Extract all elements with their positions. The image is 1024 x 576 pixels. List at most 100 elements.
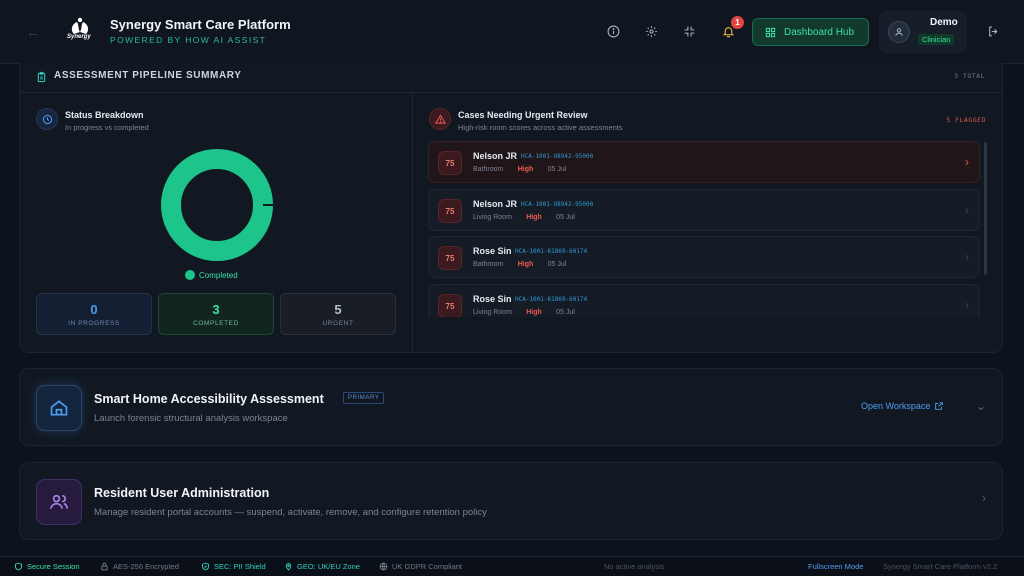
external-link-icon bbox=[935, 402, 944, 410]
separator: · bbox=[509, 166, 512, 173]
resident-name: Nelson JR bbox=[473, 151, 518, 161]
severity: High bbox=[517, 261, 534, 268]
open-workspace-link[interactable]: Open Workspace bbox=[861, 401, 944, 411]
logo-text: Synergy bbox=[67, 34, 91, 40]
separator: · bbox=[509, 261, 512, 268]
collapse-icon[interactable] bbox=[680, 22, 698, 40]
primary-badge: PRIMARY bbox=[343, 392, 385, 404]
chevron-right-icon: › bbox=[965, 203, 969, 217]
room-name: Bathroom bbox=[473, 261, 504, 268]
resident-name: Rose Sin bbox=[473, 294, 512, 304]
secure-session-label: Secure Session bbox=[27, 562, 80, 571]
severity: High bbox=[526, 309, 542, 316]
resident-user-admin-card[interactable]: Resident User Administration Manage resi… bbox=[19, 462, 1003, 540]
chevron-right-icon[interactable]: › bbox=[982, 491, 986, 505]
room-name: Living Room bbox=[473, 309, 512, 316]
donut-legend: Completed bbox=[185, 270, 238, 280]
pii-shield-label: SEC: PII Shield bbox=[214, 562, 266, 571]
version-label: Synergy Smart Care Platform v2.2 bbox=[883, 562, 998, 571]
separator: · bbox=[539, 261, 542, 268]
open-workspace-label: Open Workspace bbox=[861, 401, 931, 411]
chevron-right-icon: › bbox=[965, 250, 969, 264]
separator: · bbox=[547, 214, 551, 221]
stat-label: URGENT bbox=[322, 320, 354, 327]
severity: High bbox=[526, 214, 542, 221]
gdpr-status: UK GDPR Compliant bbox=[379, 562, 462, 571]
grid-icon bbox=[765, 27, 776, 37]
users-icon bbox=[36, 479, 82, 525]
dashboard-hub-button[interactable]: Dashboard Hub bbox=[752, 18, 869, 46]
app-title: Synergy Smart Care Platform bbox=[110, 17, 291, 32]
app-header: ← Synergy Synergy Smart Care Platform PO… bbox=[0, 0, 1024, 64]
separator: · bbox=[517, 214, 521, 221]
warning-icon bbox=[429, 108, 451, 130]
smart-home-assessment-card[interactable]: Smart Home Accessibility Assessment PRIM… bbox=[19, 368, 1003, 446]
back-arrow-icon[interactable]: ← bbox=[26, 24, 40, 40]
room-name: Bathroom bbox=[473, 166, 504, 173]
notification-badge: 1 bbox=[731, 16, 744, 29]
status-breakdown-title: Status Breakdown bbox=[65, 110, 144, 120]
assessment-pipeline-panel: ASSESSMENT PIPELINE SUMMARY 3 TOTAL Stat… bbox=[19, 63, 1003, 353]
status-donut-chart bbox=[161, 149, 274, 261]
lock-icon bbox=[101, 562, 108, 571]
logout-icon[interactable] bbox=[984, 22, 1002, 40]
encryption-label: AES-256 Encrypted bbox=[113, 562, 179, 571]
user-card[interactable]: Demo Clinician bbox=[879, 11, 967, 53]
card-subtitle: Launch forensic structural analysis work… bbox=[94, 413, 288, 424]
panel-title: ASSESSMENT PIPELINE SUMMARY bbox=[54, 70, 242, 81]
case-id: HCA-1001-61869-60174 bbox=[515, 248, 588, 255]
case-meta: Living Room · High · 05 Jul bbox=[473, 309, 575, 316]
separator: · bbox=[547, 309, 551, 316]
encryption-status: AES-256 Encrypted bbox=[100, 562, 179, 571]
info-icon[interactable] bbox=[604, 22, 622, 40]
clock-icon bbox=[36, 108, 58, 130]
case-date: 05 Jul bbox=[547, 166, 567, 173]
stat-completed: 3 COMPLETED bbox=[158, 293, 274, 335]
globe-icon bbox=[379, 562, 388, 571]
secure-session-status: Secure Session bbox=[14, 562, 80, 571]
fullscreen-mode-link[interactable]: Fullscreen Mode bbox=[808, 562, 863, 571]
case-row[interactable]: 75 Rose Sin HCA-1001-61869-60174 Bathroo… bbox=[428, 236, 980, 278]
gear-icon[interactable] bbox=[642, 22, 660, 40]
case-meta: Living Room · High · 05 Jul bbox=[473, 214, 575, 221]
case-row[interactable]: 75 Nelson JR HCA-1001-98942-95000 Living… bbox=[428, 189, 980, 231]
card-title: Smart Home Accessibility Assessment bbox=[94, 392, 324, 406]
case-id: HCA-1001-98942-95000 bbox=[521, 201, 594, 208]
chevron-down-icon[interactable]: ⌄ bbox=[976, 399, 986, 413]
status-breakdown-subtitle: In progress vs completed bbox=[65, 123, 149, 132]
urgent-case-list[interactable]: 75 Nelson JR HCA-1001-98942-95000 Bathro… bbox=[428, 141, 980, 317]
user-role-badge: Clinician bbox=[918, 34, 955, 45]
shield-check-icon bbox=[202, 562, 209, 571]
urgent-review-title: Cases Needing Urgent Review bbox=[458, 110, 588, 120]
divider bbox=[20, 92, 1002, 93]
severity: High bbox=[517, 166, 534, 173]
stat-value: 5 bbox=[334, 302, 342, 317]
case-id: HCA-1001-98942-95000 bbox=[521, 153, 594, 160]
case-list-scrollbar[interactable] bbox=[984, 142, 987, 275]
case-row[interactable]: 75 Rose Sin HCA-1001-61869-60174 Living … bbox=[428, 284, 980, 317]
legend-label: Completed bbox=[199, 270, 238, 280]
geo-zone-status: GEO: UK/EU Zone bbox=[284, 562, 360, 571]
analysis-status: No active analysis bbox=[604, 562, 665, 571]
case-meta: Bathroom · High · 05 Jul bbox=[473, 166, 566, 173]
case-id: HCA-1001-61869-60174 bbox=[515, 296, 588, 303]
stat-value: 0 bbox=[90, 302, 98, 317]
stat-label: COMPLETED bbox=[193, 320, 239, 327]
avatar bbox=[888, 21, 910, 43]
case-row[interactable]: 75 Nelson JR HCA-1001-98942-95000 Bathro… bbox=[428, 141, 980, 183]
stat-label: IN PROGRESS bbox=[68, 320, 120, 327]
user-icon bbox=[895, 28, 903, 36]
legend-dot bbox=[185, 270, 195, 280]
clipboard-icon bbox=[36, 70, 47, 88]
stat-in-progress: 0 IN PROGRESS bbox=[36, 293, 152, 335]
risk-score: 75 bbox=[438, 246, 462, 270]
home-icon bbox=[36, 385, 82, 431]
separator: · bbox=[539, 166, 542, 173]
separator: · bbox=[517, 309, 521, 316]
gdpr-label: UK GDPR Compliant bbox=[392, 562, 463, 571]
card-subtitle: Manage resident portal accounts — suspen… bbox=[94, 507, 487, 518]
card-title: Resident User Administration bbox=[94, 486, 270, 500]
total-count: 3 TOTAL bbox=[954, 72, 985, 80]
geo-zone-label: GEO: UK/EU Zone bbox=[297, 562, 360, 571]
case-date: 05 Jul bbox=[547, 261, 567, 268]
